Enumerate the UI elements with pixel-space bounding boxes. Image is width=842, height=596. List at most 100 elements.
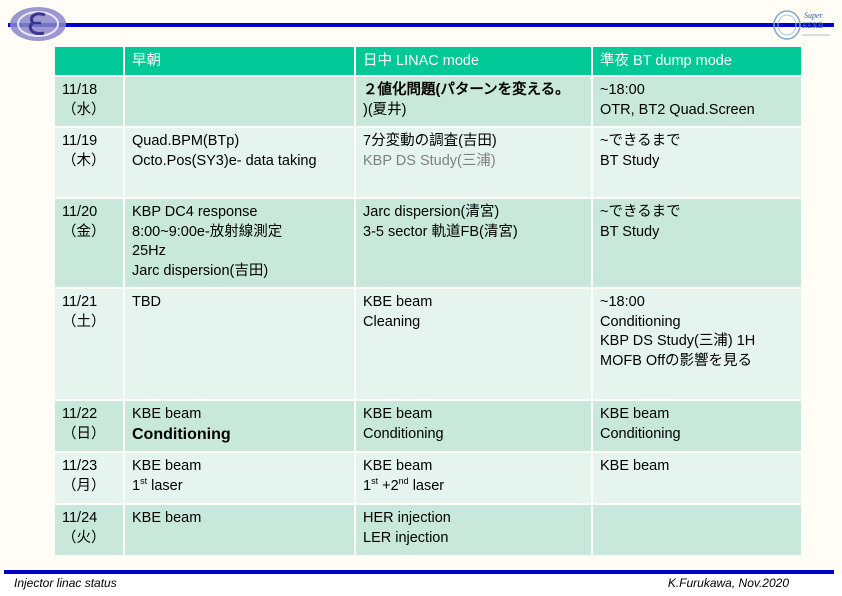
cell-line: KBE beam [132,406,202,422]
night-cell: ~18:00 OTR, BT2 Quad.Screen [593,77,801,126]
date-cell: 11/24 （火） [55,505,123,555]
cell-line: TBD [132,294,161,310]
cell-line: ~18:00 [600,294,645,310]
ordinal-number: 1 [363,477,372,494]
kek-logo-icon [10,7,66,41]
day-of-week: （日） [62,425,106,442]
night-cell: ~できるまで BT Study [593,199,801,287]
cell-line: KBE beam [363,406,433,422]
ordinal-suffix: nd [398,475,409,486]
day-of-week: （火） [62,529,106,546]
early-cell: TBD [125,289,354,399]
table-row: 11/20 （金） KBP DC4 response 8:00~9:00e-放射線測… [55,199,801,287]
date: 11/23 [62,458,98,474]
cell-line: Quad.BPM(BTp) [132,133,240,149]
cell-line: 8:00~9:00e-放射線測定 [132,223,283,240]
date-cell: 11/21 （土） [55,289,123,399]
early-cell: KBE beam Conditioning [125,401,354,451]
cell-line: Conditioning [363,425,444,442]
cell-line: ~できるまで [600,204,681,220]
ordinal-number: +2 [378,477,399,494]
day-of-week: （金） [62,223,106,240]
table-row: 11/21 （土） TBD KBE beam Cleaning ~18:00 Cond… [55,289,801,399]
cell-line: Jarc dispersion(清宮) [363,204,500,220]
date-cell: 11/23 （月） [55,453,123,503]
cell-line: Octo.Pos(SY3)e- data taking [132,152,317,169]
day-of-week: （土） [62,313,106,330]
cell-line: )(夏井) [363,101,407,118]
day-cell: 7分変動の調査(吉田) KBP DS Study(三浦) [356,128,591,197]
cell-line: ２値化問題(パターンを変える。 [363,82,570,98]
date: 11/20 [62,204,98,220]
ordinal-number: 1 [132,477,141,494]
date: 11/21 [62,294,98,310]
date: 11/22 [62,406,98,422]
cell-line: ~できるまで [600,133,681,149]
cell-text: laser [147,477,183,494]
early-cell: KBE beam 1st laser [125,453,354,503]
cell-line: KBE beam [600,406,670,422]
day-cell: Jarc dispersion(清宮) 3-5 sector 軌道FB(清宮) [356,199,591,287]
date-cell: 11/20 （金） [55,199,123,287]
superkekb-logo-line1: Super [804,11,824,20]
date: 11/18 [62,82,98,98]
day-cell: HER injection LER injection [356,505,591,555]
table-row: 11/22 （日） KBE beam Conditioning KBE beam Co… [55,401,801,451]
day-cell: KBE beam Conditioning [356,401,591,451]
cell-line: Conditioning [600,425,681,442]
header-early-morning: 早朝 [125,47,354,75]
date-cell: 11/18 （水） [55,77,123,126]
schedule-table: 早朝 日中 LINAC mode 準夜 BT dump mode 11/18 （水… [53,45,803,557]
cell-line: KBE beam [363,294,433,310]
cell-line: KBP DS Study(三浦) 1H [600,333,756,349]
cell-line: HER injection [363,510,451,526]
cell-line: 1st laser [132,476,348,497]
early-cell: Quad.BPM(BTp) Octo.Pos(SY3)e- data taking [125,128,354,197]
night-cell: KBE beam [593,453,801,503]
cell-line: OTR, BT2 Quad.Screen [600,101,755,118]
cell-line: 7分変動の調査(吉田) [363,133,497,149]
table-row: 11/19 （木） Quad.BPM(BTp) Octo.Pos(SY3)e- da… [55,128,801,197]
date-cell: 11/19 （木） [55,128,123,197]
early-cell: KBE beam [125,505,354,555]
cell-line: Cleaning [363,313,421,330]
header-date [55,47,123,75]
cell-line: KBP DS Study(三浦) [363,152,496,169]
table-row: 11/24 （火） KBE beam HER injection LER injec… [55,505,801,555]
day-of-week: （水） [62,101,106,118]
footer-author-date: K.Furukawa, Nov.2020 [667,576,789,590]
table-row: 11/23 （月） KBE beam 1st laser KBE beam 1st +… [55,453,801,503]
table-header-row: 早朝 日中 LINAC mode 準夜 BT dump mode [55,47,801,75]
table-row: 11/18 （水） ２値化問題(パターンを変える。 )(夏井) ~18:00 OTR,… [55,77,801,126]
day-cell: KBE beam 1st +2nd laser [356,453,591,503]
date: 11/24 [62,510,98,526]
footer-rule [4,570,834,574]
cell-line: KBE beam [600,458,670,474]
cell-line: ~18:00 [600,82,645,98]
header-daytime-linac: 日中 LINAC mode [356,47,591,75]
day-of-week: （月） [62,477,106,494]
cell-line: Conditioning [132,425,231,443]
date-cell: 11/22 （日） [55,401,123,451]
night-cell [593,505,801,555]
cell-line: KBE beam [363,458,433,474]
cell-line: Jarc dispersion(吉田) [132,262,269,279]
night-cell: KBE beam Conditioning [593,401,801,451]
night-cell: ~できるまで BT Study [593,128,801,197]
cell-line: 3-5 sector 軌道FB(清宮) [363,223,518,240]
early-cell [125,77,354,126]
cell-line: KBE beam [132,458,202,474]
header-evening-bt-dump: 準夜 BT dump mode [593,47,801,75]
night-cell: ~18:00 Conditioning KBP DS Study(三浦) 1H MOF… [593,289,801,399]
date: 11/19 [62,133,98,149]
cell-line: KBE beam [132,510,202,526]
cell-line: KBP DC4 response [132,204,258,220]
cell-line: LER injection [363,529,449,546]
footer-title: Injector linac status [14,576,117,590]
day-of-week: （木） [62,152,106,169]
cell-line: 25Hz [132,243,166,259]
day-cell: KBE beam Cleaning [356,289,591,399]
cell-text: laser [408,477,445,494]
cell-line: BT Study [600,223,660,240]
cell-line: 1st +2nd laser [363,475,585,497]
